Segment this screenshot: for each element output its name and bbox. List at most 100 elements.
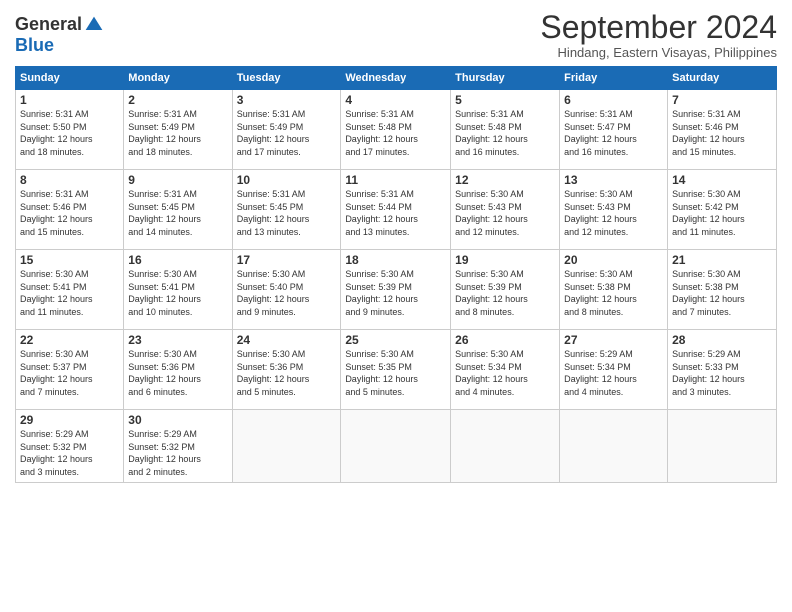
day-number: 23 [128,333,227,347]
table-row: 7Sunrise: 5:31 AM Sunset: 5:46 PM Daylig… [668,90,777,170]
day-info: Sunrise: 5:30 AM Sunset: 5:40 PM Dayligh… [237,269,310,317]
month-title: September 2024 [540,10,777,45]
day-number: 27 [564,333,663,347]
day-info: Sunrise: 5:29 AM Sunset: 5:32 PM Dayligh… [128,429,201,477]
logo: General Blue [15,14,104,56]
table-row: 9 Sunrise: 5:31 AM Sunset: 5:45 PM Daylig… [124,170,232,250]
day-number: 26 [455,333,555,347]
day-info: Sunrise: 5:31 AM Sunset: 5:47 PM Dayligh… [564,109,637,157]
day-info: Sunrise: 5:31 AM Sunset: 5:49 PM Dayligh… [237,109,310,157]
table-row: 26 Sunrise: 5:30 AM Sunset: 5:34 PM Dayli… [451,330,560,410]
header-wednesday: Wednesday [341,67,451,90]
calendar-week-2: 15 Sunrise: 5:30 AM Sunset: 5:41 PM Dayli… [16,250,777,330]
day-info: Sunrise: 5:30 AM Sunset: 5:36 PM Dayligh… [237,349,310,397]
day-info: Sunrise: 5:30 AM Sunset: 5:37 PM Dayligh… [20,349,93,397]
table-row: 11 Sunrise: 5:31 AM Sunset: 5:44 PM Dayli… [341,170,451,250]
day-number: 25 [345,333,446,347]
day-number: 29 [20,413,119,427]
day-number: 8 [20,173,119,187]
table-row: 3 Sunrise: 5:31 AM Sunset: 5:49 PM Daylig… [232,90,341,170]
table-row: 14 Sunrise: 5:30 AM Sunset: 5:42 PM Dayli… [668,170,777,250]
header-thursday: Thursday [451,67,560,90]
calendar: Sunday Monday Tuesday Wednesday Thursday… [15,66,777,482]
table-row: 25 Sunrise: 5:30 AM Sunset: 5:35 PM Dayli… [341,330,451,410]
day-number: 3 [237,93,337,107]
day-info: Sunrise: 5:30 AM Sunset: 5:39 PM Dayligh… [455,269,528,317]
calendar-week-3: 22 Sunrise: 5:30 AM Sunset: 5:37 PM Dayli… [16,330,777,410]
page: General Blue September 2024 Hindang, Eas… [0,0,792,612]
day-number: 15 [20,253,119,267]
day-number: 4 [345,93,446,107]
title-section: September 2024 Hindang, Eastern Visayas,… [540,10,777,60]
table-row: 15 Sunrise: 5:30 AM Sunset: 5:41 PM Dayli… [16,250,124,330]
table-row: 24 Sunrise: 5:30 AM Sunset: 5:36 PM Dayli… [232,330,341,410]
day-number: 13 [564,173,663,187]
day-info: Sunrise: 5:30 AM Sunset: 5:43 PM Dayligh… [564,189,637,237]
logo-icon [84,15,104,35]
day-number: 6 [564,93,663,107]
day-info: Sunrise: 5:31 AM Sunset: 5:45 PM Dayligh… [128,189,201,237]
day-info: Sunrise: 5:30 AM Sunset: 5:35 PM Dayligh… [345,349,418,397]
day-number: 22 [20,333,119,347]
day-info: Sunrise: 5:29 AM Sunset: 5:34 PM Dayligh… [564,349,637,397]
table-row: 16Sunrise: 5:30 AM Sunset: 5:41 PM Dayli… [124,250,232,330]
day-info: Sunrise: 5:31 AM Sunset: 5:44 PM Dayligh… [345,189,418,237]
table-row: 17 Sunrise: 5:30 AM Sunset: 5:40 PM Dayli… [232,250,341,330]
table-row: 13 Sunrise: 5:30 AM Sunset: 5:43 PM Dayli… [560,170,668,250]
day-info: Sunrise: 5:31 AM Sunset: 5:48 PM Dayligh… [455,109,528,157]
day-info: Sunrise: 5:31 AM Sunset: 5:46 PM Dayligh… [20,189,93,237]
table-row: 22 Sunrise: 5:30 AM Sunset: 5:37 PM Dayli… [16,330,124,410]
header-saturday: Saturday [668,67,777,90]
calendar-week-4: 29 Sunrise: 5:29 AM Sunset: 5:32 PM Dayli… [16,410,777,482]
day-number: 18 [345,253,446,267]
day-info: Sunrise: 5:30 AM Sunset: 5:41 PM Dayligh… [128,269,201,317]
day-info: Sunrise: 5:31 AM Sunset: 5:46 PM Dayligh… [672,109,745,157]
location: Hindang, Eastern Visayas, Philippines [540,45,777,60]
calendar-week-0: 1 Sunrise: 5:31 AM Sunset: 5:50 PM Daylig… [16,90,777,170]
day-number: 28 [672,333,772,347]
day-number: 9 [128,173,227,187]
table-row: 29 Sunrise: 5:29 AM Sunset: 5:32 PM Dayli… [16,410,124,482]
table-row: 19 Sunrise: 5:30 AM Sunset: 5:39 PM Dayli… [451,250,560,330]
day-number: 12 [455,173,555,187]
day-number: 24 [237,333,337,347]
day-number: 19 [455,253,555,267]
table-row [668,410,777,482]
day-info: Sunrise: 5:31 AM Sunset: 5:45 PM Dayligh… [237,189,310,237]
day-number: 1 [20,93,119,107]
day-number: 2 [128,93,227,107]
day-number: 21 [672,253,772,267]
table-row: 23Sunrise: 5:30 AM Sunset: 5:36 PM Dayli… [124,330,232,410]
day-number: 14 [672,173,772,187]
day-info: Sunrise: 5:30 AM Sunset: 5:38 PM Dayligh… [672,269,745,317]
day-number: 30 [128,413,227,427]
table-row: 30 Sunrise: 5:29 AM Sunset: 5:32 PM Dayli… [124,410,232,482]
table-row: 6 Sunrise: 5:31 AM Sunset: 5:47 PM Daylig… [560,90,668,170]
day-number: 17 [237,253,337,267]
logo-blue-text: Blue [15,35,54,56]
day-info: Sunrise: 5:30 AM Sunset: 5:41 PM Dayligh… [20,269,93,317]
table-row: 12 Sunrise: 5:30 AM Sunset: 5:43 PM Dayli… [451,170,560,250]
day-info: Sunrise: 5:31 AM Sunset: 5:49 PM Dayligh… [128,109,201,157]
day-info: Sunrise: 5:30 AM Sunset: 5:38 PM Dayligh… [564,269,637,317]
day-number: 5 [455,93,555,107]
day-info: Sunrise: 5:29 AM Sunset: 5:32 PM Dayligh… [20,429,93,477]
table-row: 2 Sunrise: 5:31 AM Sunset: 5:49 PM Daylig… [124,90,232,170]
table-row [451,410,560,482]
table-row: 21 Sunrise: 5:30 AM Sunset: 5:38 PM Dayli… [668,250,777,330]
header-sunday: Sunday [16,67,124,90]
day-number: 20 [564,253,663,267]
day-number: 11 [345,173,446,187]
day-info: Sunrise: 5:30 AM Sunset: 5:39 PM Dayligh… [345,269,418,317]
table-row [341,410,451,482]
header-row: Sunday Monday Tuesday Wednesday Thursday… [16,67,777,90]
table-row: 4Sunrise: 5:31 AM Sunset: 5:48 PM Daylig… [341,90,451,170]
day-info: Sunrise: 5:30 AM Sunset: 5:43 PM Dayligh… [455,189,528,237]
day-info: Sunrise: 5:30 AM Sunset: 5:34 PM Dayligh… [455,349,528,397]
header-tuesday: Tuesday [232,67,341,90]
table-row: 20 Sunrise: 5:30 AM Sunset: 5:38 PM Dayli… [560,250,668,330]
table-row: 8 Sunrise: 5:31 AM Sunset: 5:46 PM Daylig… [16,170,124,250]
day-info: Sunrise: 5:30 AM Sunset: 5:42 PM Dayligh… [672,189,745,237]
day-info: Sunrise: 5:31 AM Sunset: 5:50 PM Dayligh… [20,109,93,157]
day-number: 10 [237,173,337,187]
